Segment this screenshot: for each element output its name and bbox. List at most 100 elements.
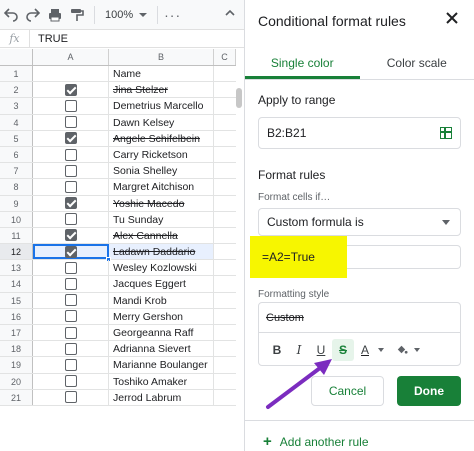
paint-format-icon[interactable] [66,4,88,26]
checkbox-unchecked[interactable] [64,326,77,339]
row-header[interactable]: 5 [0,130,33,146]
cell-c[interactable] [214,82,236,97]
cell-a[interactable] [33,292,109,308]
name-cell[interactable]: Ladawn Daddario [109,244,214,260]
name-cell[interactable]: Alex Cannella [109,227,214,244]
column-header-b[interactable]: B [109,49,214,65]
row-header[interactable]: 3 [0,98,33,114]
checkbox-unchecked[interactable] [64,213,77,226]
row-header[interactable]: 13 [0,260,33,276]
cell-a[interactable] [33,82,109,98]
name-cell[interactable]: Sonia Shelley [109,163,214,179]
row-header[interactable]: 8 [0,179,33,195]
cell-a[interactable] [33,227,109,244]
name-cell[interactable]: Dawn Kelsey [109,114,214,130]
name-cell[interactable]: Marianne Boulanger [109,357,214,373]
row-header[interactable]: 21 [0,389,33,405]
checkbox-unchecked[interactable] [64,342,77,355]
cell-c[interactable] [214,374,236,389]
row-header[interactable]: 7 [0,163,33,179]
row-header[interactable]: 10 [0,211,33,227]
checkbox-checked[interactable] [64,197,77,210]
cell-a[interactable] [33,244,111,263]
name-cell[interactable]: Jerrod Labrum [109,389,214,405]
checkbox-unchecked[interactable] [64,116,77,129]
name-cell[interactable]: Margret Aitchison [109,179,214,195]
name-cell[interactable]: Demetrius Marcello [109,98,214,114]
row-header[interactable]: 2 [0,82,33,98]
select-range-icon[interactable] [440,127,452,139]
row-header[interactable]: 17 [0,325,33,341]
checkbox-unchecked[interactable] [64,99,77,112]
range-input[interactable]: B2:B21 [258,117,461,149]
checkbox-unchecked[interactable] [64,164,77,177]
name-cell[interactable]: Angele Schifelbein [109,130,214,146]
checkbox-unchecked[interactable] [64,310,77,323]
condition-select[interactable]: Custom formula is [258,208,461,236]
cell-c[interactable] [214,276,236,291]
select-all-corner[interactable] [0,49,33,65]
checkbox-unchecked[interactable] [64,358,77,371]
strikethrough-button[interactable]: S [332,338,354,361]
done-button[interactable]: Done [397,376,461,406]
name-cell[interactable]: Tu Sunday [109,211,214,227]
checkbox-unchecked[interactable] [64,261,77,274]
checkbox-unchecked[interactable] [64,278,77,291]
checkbox-unchecked[interactable] [64,375,77,388]
add-another-rule-link[interactable]: + Add another rule [263,433,369,450]
column-header-a[interactable]: A [33,49,109,65]
row-header[interactable]: 11 [0,227,33,244]
chevron-down-icon[interactable] [414,347,420,352]
row-header[interactable]: 12 [0,244,33,260]
column-header-c[interactable]: C [214,49,236,65]
row-header[interactable]: 6 [0,146,33,163]
print-icon[interactable] [44,4,66,26]
checkbox-checked[interactable] [64,245,77,258]
cell-c[interactable] [214,293,236,308]
cell-a[interactable] [33,66,109,82]
close-icon[interactable] [444,10,460,26]
cell-c[interactable] [214,179,236,194]
name-cell[interactable]: Georgeanna Raff [109,325,214,341]
row-header[interactable]: 4 [0,114,33,130]
name-cell[interactable]: Yoshie Macedo [109,195,214,211]
row-header[interactable]: 16 [0,308,33,324]
row-header[interactable]: 19 [0,357,33,373]
chevron-down-icon[interactable] [378,347,384,352]
row-header[interactable]: 15 [0,292,33,308]
style-preview[interactable]: Custom [259,303,460,333]
name-cell[interactable]: Mandi Krob [109,292,214,308]
checkbox-checked[interactable] [64,229,77,242]
cell-a[interactable] [33,260,109,276]
name-cell[interactable]: Carry Ricketson [109,146,214,163]
row-header[interactable]: 20 [0,373,33,389]
checkbox-checked[interactable] [64,83,77,96]
cell-a[interactable] [33,114,109,130]
cell-a[interactable] [33,211,109,227]
cell-c[interactable] [214,325,236,340]
name-cell[interactable]: Toshiko Amaker [109,373,214,389]
formula-value[interactable]: TRUE [30,33,68,45]
cancel-button[interactable]: Cancel [311,376,384,406]
row-header[interactable]: 1 [0,66,33,82]
tab-single-color[interactable]: Single color [245,48,360,79]
cell-a[interactable] [33,325,109,341]
fill-color-icon[interactable] [390,339,412,361]
underline-button[interactable]: U [310,339,332,361]
cell-c[interactable] [214,357,236,372]
cell-a[interactable] [33,179,109,195]
row-header[interactable]: 18 [0,341,33,357]
more-options-icon[interactable]: ··· [164,7,181,23]
row-header[interactable]: 14 [0,276,33,292]
cell-c[interactable] [214,341,236,356]
checkbox-unchecked[interactable] [64,391,77,404]
cell-c[interactable] [214,66,236,81]
cell-a[interactable] [33,146,109,163]
cell-c[interactable] [214,147,236,162]
cell-a[interactable] [33,276,109,292]
cell-a[interactable] [33,389,109,405]
cell-a[interactable] [33,163,109,179]
cell-a[interactable] [33,98,109,114]
cell-c[interactable] [214,131,236,146]
cell-c[interactable] [214,212,236,227]
